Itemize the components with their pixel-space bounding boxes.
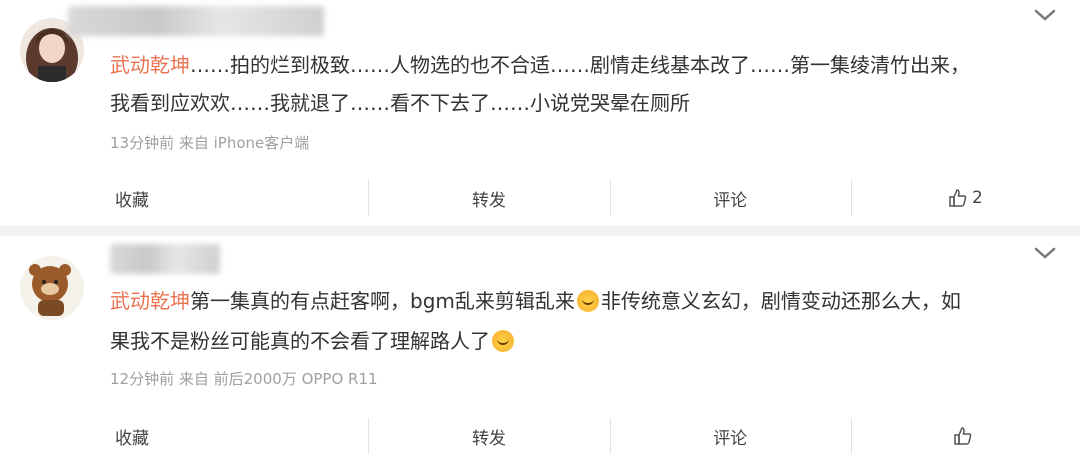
collect-button[interactable]: 收藏	[0, 170, 368, 226]
comment-meta: 12分钟前 来自 前后2000万 OPPO R11	[110, 370, 378, 388]
comment-button[interactable]: 评论	[609, 408, 851, 464]
divider	[0, 226, 1080, 236]
collect-button[interactable]: 收藏	[0, 408, 368, 464]
username-blurred	[110, 244, 220, 274]
chevron-down-icon[interactable]	[1030, 6, 1060, 26]
comment-button[interactable]: 评论	[609, 170, 851, 226]
comment-line: 第一集真的有点赶客啊，bgm乱来剪辑乱来	[190, 289, 575, 313]
comment-line: 果我不是粉丝可能真的不会看了理解路人了	[110, 329, 490, 353]
mention-link[interactable]: 武动乾坤	[110, 53, 190, 77]
like-button[interactable]	[850, 408, 1080, 464]
comment-text: 果我不是粉丝可能真的不会看了理解路人了	[110, 322, 516, 360]
thumbs-up-icon	[954, 427, 972, 445]
action-bar: 收藏 转发 评论 2	[0, 170, 1080, 226]
repost-button[interactable]: 转发	[368, 170, 609, 226]
thumbs-up-icon	[949, 189, 967, 207]
comment-meta: 13分钟前 来自 iPhone客户端	[110, 134, 310, 152]
comment-text: 武动乾坤……拍的烂到极致……人物选的也不合适……剧情走线基本改了……第一集绫清竹…	[110, 46, 970, 84]
comment-text: 我看到应欢欢……我就退了……看不下去了……小说党哭晕在厕所	[110, 84, 690, 122]
avatar[interactable]	[20, 256, 84, 320]
comment-line: 我看到应欢欢……我就退了……看不下去了……小说党哭晕在厕所	[110, 91, 690, 115]
chevron-down-icon[interactable]	[1030, 244, 1060, 264]
laughing-crying-emoji-icon	[492, 330, 514, 352]
username-blurred	[68, 6, 324, 36]
like-button[interactable]: 2	[850, 170, 1080, 226]
comment-line: 非传统意义玄幻，剧情变动还那么大，如	[600, 289, 961, 313]
laughing-crying-emoji-icon	[576, 290, 599, 312]
mention-link[interactable]: 武动乾坤	[110, 289, 190, 313]
like-count: 2	[971, 188, 983, 208]
comment-text: 武动乾坤第一集真的有点赶客啊，bgm乱来剪辑乱来 非传统意义玄幻，剧情变动还那么大…	[110, 282, 961, 320]
comment-line: ……拍的烂到极致……人物选的也不合适……剧情走线基本改了……第一集绫清竹出来，	[190, 53, 970, 77]
repost-button[interactable]: 转发	[368, 408, 609, 464]
action-bar: 收藏 转发 评论	[0, 408, 1080, 464]
